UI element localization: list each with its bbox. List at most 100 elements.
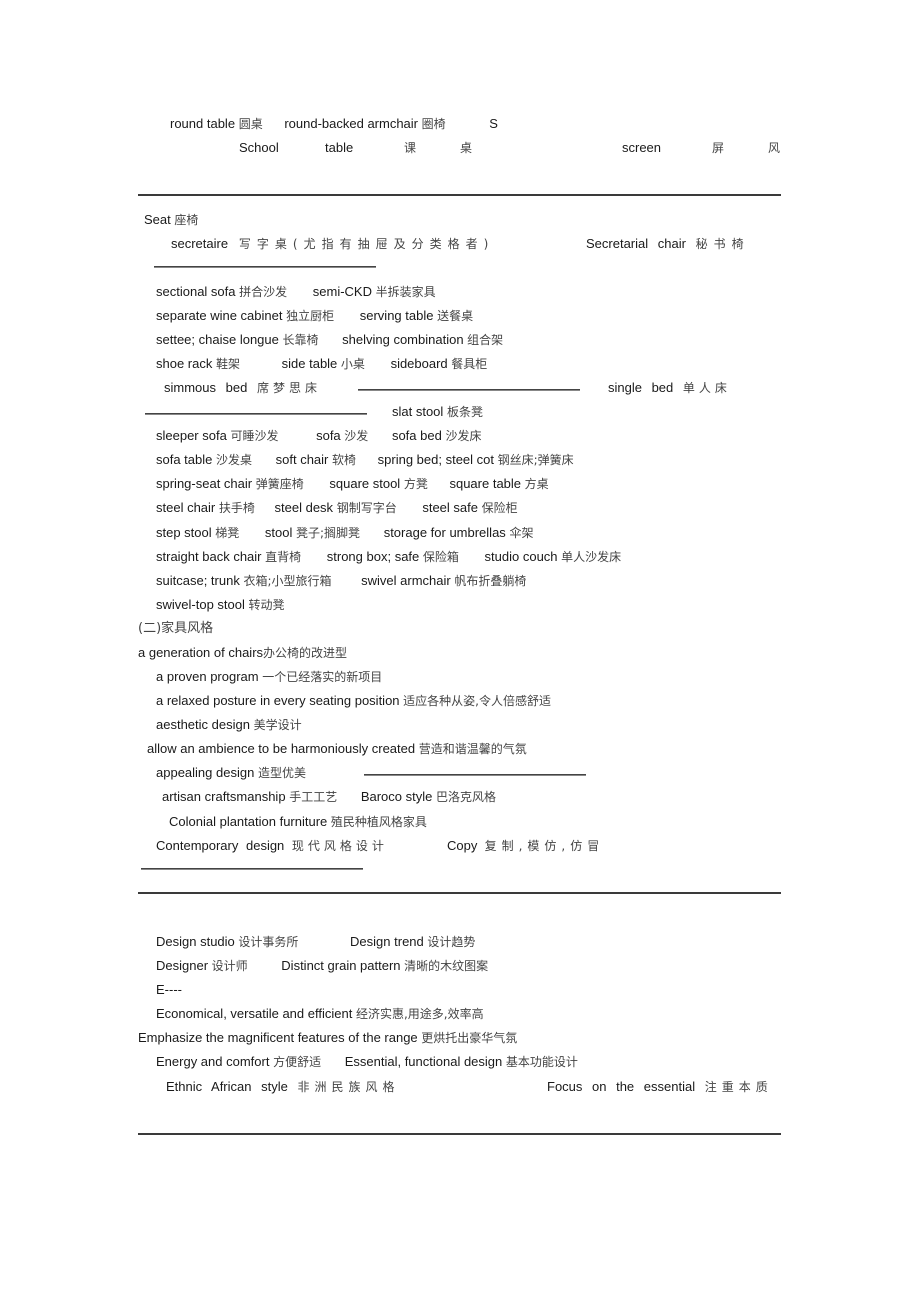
term-zh: 直背椅 (265, 550, 302, 564)
term-zh: 转动凳 (248, 598, 285, 612)
term-spring-bed: spring bed; steel cot 钢丝床;弹簧床 (378, 452, 574, 468)
term-zh: 沙发桌 (216, 453, 253, 467)
term-ethnic-african: Ethnic African style 非洲民族风格 (166, 1079, 399, 1095)
term-zh: 非洲民族风格 (297, 1080, 400, 1094)
term-stool: stool 凳子;搁脚凳 (265, 525, 360, 541)
term-zh: 保险箱 (422, 550, 459, 564)
term-zh: 鞋架 (216, 357, 241, 371)
term-designer: Designer 设计师 (156, 958, 248, 974)
term-studio-couch: studio couch 单人沙发床 (485, 549, 622, 565)
term-zh: 长靠椅 (282, 333, 319, 347)
term-zh: 复制,模仿,仿冒 (484, 839, 605, 853)
term-soft-chair: soft chair 软椅 (276, 452, 356, 468)
term-en: Colonial plantation furniture (169, 814, 328, 829)
term-en: sectional sofa (156, 284, 236, 299)
term-zh: 保险柜 (481, 501, 518, 515)
term-en: side table (281, 356, 338, 371)
term-serving-table: serving table 送餐桌 (360, 308, 473, 324)
term-zh: 殖民种植风格家具 (330, 815, 427, 829)
term-zh: 可睡沙发 (230, 429, 279, 443)
entry-line: sleeper sofa 可睡沙发 sofa 沙发 sofa bed 沙发床 (156, 428, 481, 444)
entry-line: spring-seat chair 弹簧座椅 square stool 方凳 s… (156, 476, 549, 492)
entry-line: Designer 设计师 Distinct grain pattern 清晰的木… (156, 958, 488, 974)
underline (154, 266, 376, 268)
term-round-table: round table 圆桌 (170, 116, 263, 132)
term-en: Baroco style (360, 789, 433, 804)
term-ambience: allow an ambience to be harmoniously cre… (147, 741, 527, 757)
term-zh: 钢制写字台 (336, 501, 397, 515)
term-en: Essential, functional design (344, 1054, 503, 1069)
term-zh: 造型优美 (257, 766, 306, 780)
letter-heading: E---- (156, 982, 182, 997)
term-single-bed: single bed 单人床 (608, 380, 731, 396)
term-semi-ckd: semi-CKD 半拆装家具 (313, 284, 436, 300)
term-en: aesthetic design (156, 717, 250, 732)
term-zh: 写字桌(尤指有抽屉及分类格者) (238, 237, 495, 251)
term-design-trend: Design trend 设计趋势 (350, 934, 475, 950)
underline (358, 389, 580, 391)
term-colonial-plantation: Colonial plantation furniture 殖民种植风格家具 (169, 814, 427, 830)
term-sectional-sofa: sectional sofa 拼合沙发 (156, 284, 287, 300)
term-slat-stool: slat stool 板条凳 (392, 404, 483, 420)
term-en: spring bed; steel cot (377, 452, 495, 467)
term-en: separate wine cabinet (156, 308, 283, 323)
term-copy: Copy 复制,模仿,仿冒 (447, 838, 604, 854)
term-en: Emphasize the magnificent features of th… (138, 1030, 418, 1045)
entry-line: Design studio 设计事务所 Design trend 设计趋势 (156, 934, 475, 950)
term-zh: 送餐桌 (437, 309, 474, 323)
term-en: sleeper sofa (156, 428, 227, 443)
term-en: swivel-top stool (156, 597, 245, 612)
term-en: shoe rack (156, 356, 213, 371)
term-en: soft chair (275, 452, 329, 467)
term-en: storage for umbrellas (383, 525, 506, 540)
term-zh: 手工工艺 (289, 790, 338, 804)
term-sleeper-sofa: sleeper sofa 可睡沙发 (156, 428, 278, 444)
term-aesthetic-design: aesthetic design 美学设计 (156, 717, 302, 733)
term-zh: 小桌 (340, 357, 365, 371)
term-shelving-combination: shelving combination 组合架 (342, 332, 503, 348)
term-artisan-craftsmanship: artisan craftsmanship 手工工艺 (162, 789, 337, 805)
term-baroco-style: Baroco style 巴洛克风格 (361, 789, 496, 805)
term-zh: 基本功能设计 (505, 1055, 578, 1069)
term-spring-seat-chair: spring-seat chair 弹簧座椅 (156, 476, 304, 492)
term-en: appealing design (156, 765, 255, 780)
term-separate-wine-cabinet: separate wine cabinet 独立厨柜 (156, 308, 334, 324)
term-en: stool (264, 525, 293, 540)
term-zh: 席梦思床 (256, 381, 321, 395)
term-zh: 更烘托出豪华气氛 (421, 1031, 518, 1045)
term-straight-back-chair: straight back chair 直背椅 (156, 549, 301, 565)
term-zh: 设计师 (211, 959, 248, 973)
term-zh: 风 (768, 141, 781, 155)
term-en: Distinct grain pattern (281, 958, 401, 973)
term-contemporary-design: Contemporary design 现代风格设计 (156, 838, 388, 854)
term-zh: 巴洛克风格 (436, 790, 497, 804)
term-en: suitcase; trunk (156, 573, 240, 588)
term-en: settee; chaise longue (156, 332, 279, 347)
term-zh: 方便舒适 (273, 1055, 322, 1069)
term-en: slat stool (392, 404, 444, 419)
term-sofa-table: sofa table 沙发桌 (156, 452, 252, 468)
term-en: round table (170, 116, 236, 131)
term-zh: 钢丝床;弹簧床 (497, 453, 574, 467)
term-en: artisan craftsmanship (162, 789, 286, 804)
term-square-stool: square stool 方凳 (329, 476, 427, 492)
term-en: Contemporary design (156, 838, 285, 853)
term-en: round-backed armchair (284, 116, 419, 131)
term-emphasize: Emphasize the magnificent features of th… (138, 1030, 517, 1046)
term-zh: 衣箱;小型旅行箱 (243, 574, 332, 588)
term-swivel-armchair: swivel armchair 帆布折叠躺椅 (361, 573, 526, 589)
horizontal-rule (138, 194, 781, 196)
term-side-table: side table 小桌 (282, 356, 365, 372)
term-en: a relaxed posture in every seating posit… (156, 693, 400, 708)
term-shoe-rack: shoe rack 鞋架 (156, 356, 240, 372)
entry-line: sectional sofa 拼合沙发 semi-CKD 半拆装家具 (156, 284, 436, 300)
entry-line: steel chair 扶手椅 steel desk 钢制写字台 steel s… (156, 500, 518, 516)
term-en: spring-seat chair (156, 476, 253, 491)
term-school-table: School (239, 140, 279, 156)
term-zh: 经济实惠,用途多,效率高 (355, 1007, 484, 1021)
term-en: square stool (329, 476, 401, 491)
term-seat: Seat 座椅 (144, 212, 198, 228)
term-en: step stool (156, 525, 212, 540)
term-zh: 美学设计 (253, 718, 302, 732)
term-en: Copy (447, 838, 478, 853)
